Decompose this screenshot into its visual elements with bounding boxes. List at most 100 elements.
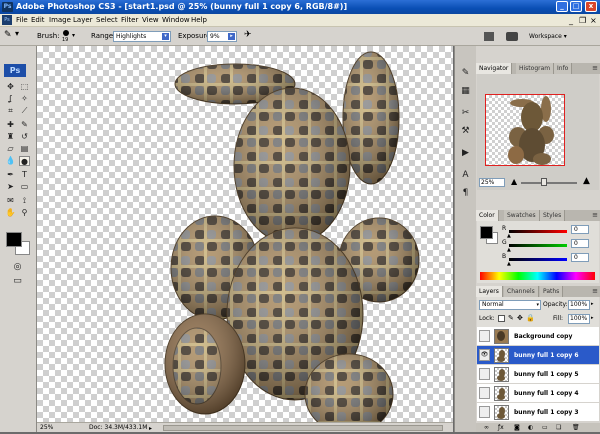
tab-histogram[interactable]: Histogram [516, 63, 555, 74]
adjustment-layer-icon[interactable]: ◐ [528, 423, 533, 432]
doc-minimize-icon[interactable]: _ [569, 14, 573, 27]
fill-arrow-icon[interactable]: ▸ [591, 315, 594, 321]
menu-help[interactable]: Help [191, 14, 207, 27]
clone-stamp-icon[interactable]: ♜ [5, 132, 16, 142]
zoom-out-icon[interactable]: ▲ [511, 177, 517, 186]
foreground-color-swatch-top[interactable] [6, 232, 22, 247]
dodge-tool-icon[interactable]: ✎ [4, 30, 12, 40]
hand-tool-icon[interactable]: ✋ [5, 208, 16, 218]
navigator-zoom-slider[interactable] [521, 182, 577, 184]
history-brush-icon[interactable]: ↺ [19, 132, 30, 142]
doc-restore-icon[interactable]: ❐ [579, 14, 586, 27]
horizontal-scrollbar[interactable] [163, 425, 443, 431]
layer-row-bunny-copy-5[interactable]: bunny full 1 copy 5 [477, 365, 599, 384]
dodge-tool-icon-active[interactable]: ● [19, 156, 30, 166]
channel-g-slider[interactable] [509, 244, 567, 247]
menu-select[interactable]: Select [96, 14, 118, 27]
layer-comps-icon[interactable]: ✂ [460, 108, 471, 118]
channel-r-handle-icon[interactable]: ▲ [507, 233, 511, 239]
channel-r-value[interactable]: 0 [571, 225, 589, 234]
color-menu-icon[interactable]: ≡ [592, 211, 598, 219]
menu-window[interactable]: Window [162, 14, 190, 27]
channel-r-slider[interactable] [509, 230, 567, 233]
eraser-tool-icon[interactable]: ▱ [5, 144, 16, 154]
minimize-button[interactable]: _ [556, 1, 568, 12]
pen-tool-icon[interactable]: ✒ [5, 170, 16, 180]
opacity-field[interactable]: 100% [568, 300, 590, 310]
lasso-tool-icon[interactable]: ʆ [5, 94, 16, 104]
channel-b-handle-icon[interactable]: ▲ [507, 261, 511, 267]
actions-icon[interactable]: ▶ [460, 148, 471, 158]
notes-tool-icon[interactable]: ✉ [5, 196, 16, 206]
visibility-toggle[interactable] [479, 368, 490, 380]
status-arrow-icon[interactable]: ▸ [149, 424, 152, 434]
document-canvas[interactable] [37, 46, 453, 422]
new-layer-icon[interactable]: ❏ [556, 423, 561, 432]
gradient-tool-icon[interactable]: ▤ [19, 144, 30, 154]
navigator-preview[interactable] [485, 94, 565, 166]
shape-tool-icon[interactable]: ▭ [19, 182, 30, 192]
color-fg-swatch-top[interactable] [480, 226, 493, 239]
brush-tool-icon[interactable]: ✎ [19, 120, 30, 130]
zoom-tool-icon[interactable]: ⚲ [19, 208, 30, 218]
exposure-input[interactable]: 9% ▸ [207, 31, 237, 42]
tab-swatches[interactable]: Swatches [504, 210, 540, 221]
doc-close-icon[interactable]: × [590, 14, 597, 27]
navigator-menu-icon[interactable]: ≡ [592, 64, 598, 72]
clone-source-icon[interactable]: ⚒ [460, 126, 471, 136]
range-dropdown-icon[interactable]: ▾ [162, 33, 169, 40]
lock-position-icon[interactable]: ✥ [517, 314, 523, 322]
navigator-zoom-field[interactable]: 25% [479, 178, 505, 187]
link-layers-icon[interactable]: ∞ [484, 423, 489, 432]
palette-well-icon[interactable] [484, 32, 494, 41]
opacity-arrow-icon[interactable]: ▸ [591, 301, 594, 307]
menu-edit[interactable]: Edit [31, 14, 45, 27]
path-select-icon[interactable]: ➤ [5, 182, 16, 192]
delete-layer-icon[interactable]: 🗑 [572, 423, 580, 432]
visibility-toggle[interactable] [479, 387, 490, 399]
maximize-button[interactable]: □ [570, 1, 582, 12]
tab-info[interactable]: Info [554, 63, 573, 74]
channel-g-value[interactable]: 0 [571, 239, 589, 248]
menu-view[interactable]: View [142, 14, 159, 27]
exposure-slider-icon[interactable]: ▸ [228, 33, 235, 40]
channel-b-value[interactable]: 0 [571, 253, 589, 262]
brushes-panel-icon[interactable]: ✎ [460, 68, 471, 78]
screen-mode-icon[interactable]: ▭ [12, 276, 23, 286]
eyedropper-tool-icon[interactable]: ⟟ [19, 196, 30, 206]
layer-row-bunny-copy-3[interactable]: bunny full 1 copy 3 [477, 403, 599, 422]
layer-style-icon[interactable]: ƒx [498, 423, 504, 432]
tab-color[interactable]: Color [476, 210, 499, 221]
quick-mask-icon[interactable]: ◎ [12, 262, 23, 272]
blend-mode-arrow-icon[interactable]: ▾ [536, 301, 539, 309]
menu-filter[interactable]: Filter [121, 14, 138, 27]
visibility-eye-icon[interactable]: 👁 [479, 349, 490, 361]
menu-layer[interactable]: Layer [73, 14, 93, 27]
layers-menu-icon[interactable]: ≡ [592, 287, 598, 295]
layer-row-bunny-copy-4[interactable]: bunny full 1 copy 4 [477, 384, 599, 403]
close-button[interactable]: x [585, 1, 597, 12]
airbrush-icon[interactable]: ✈ [244, 30, 252, 40]
paragraph-icon[interactable]: ¶ [460, 188, 471, 198]
document-icon[interactable]: Ps [2, 15, 12, 25]
bridge-icon[interactable] [506, 32, 518, 41]
layer-row-background-copy[interactable]: Background copy [477, 327, 599, 346]
crop-tool-icon[interactable]: ⌗ [5, 106, 16, 116]
channel-b-slider[interactable] [509, 258, 567, 261]
color-spectrum-bar[interactable] [480, 272, 595, 280]
workspace-menu[interactable]: Workspace ▾ [529, 32, 567, 42]
lock-all-icon[interactable]: 🔒 [526, 314, 535, 322]
blend-mode-select[interactable]: Normal ▾ [479, 300, 541, 310]
lock-transparency-icon[interactable] [498, 315, 505, 322]
move-tool-icon[interactable]: ✥ [5, 82, 16, 92]
layer-mask-icon[interactable]: ◙ [514, 423, 520, 432]
zoom-in-icon[interactable]: ▲ [583, 176, 590, 186]
navigator-zoom-slider-handle[interactable] [541, 178, 547, 186]
tab-paths[interactable]: Paths [540, 286, 564, 297]
magic-wand-tool-icon[interactable]: ✧ [19, 94, 30, 104]
layer-row-bunny-copy-6[interactable]: 👁 bunny full 1 copy 6 [477, 346, 599, 365]
character-icon[interactable]: A [460, 170, 471, 180]
brush-picker-arrow-icon[interactable]: ▾ [72, 31, 75, 41]
healing-brush-icon[interactable]: ✚ [5, 120, 16, 130]
menu-file[interactable]: File [16, 14, 28, 27]
